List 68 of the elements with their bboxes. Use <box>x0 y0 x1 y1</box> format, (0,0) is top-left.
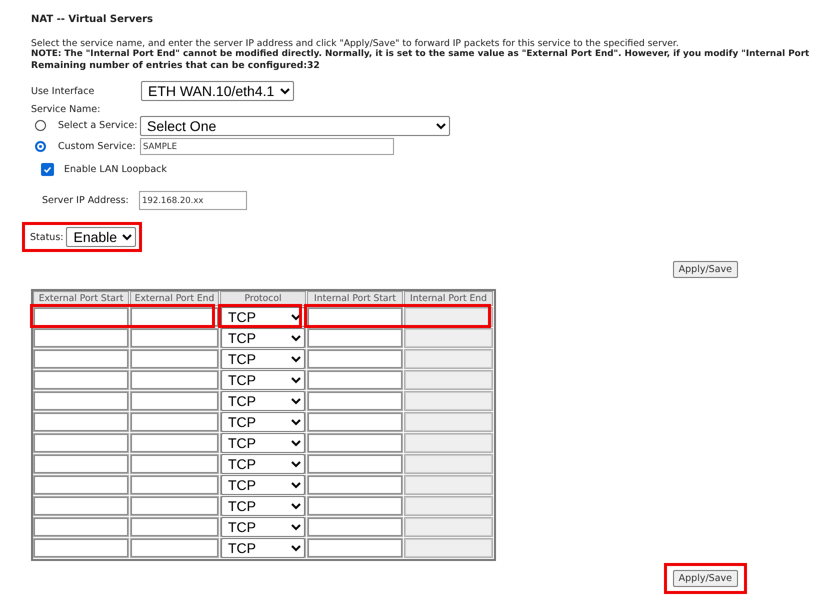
port-field[interactable] <box>308 476 402 494</box>
port-field[interactable] <box>131 392 218 410</box>
apply-save-button[interactable]: Apply/Save <box>672 261 738 278</box>
port-field[interactable] <box>308 539 402 557</box>
port-field[interactable] <box>308 308 402 326</box>
port-field[interactable] <box>308 371 402 389</box>
page-title: NAT -- Virtual Servers <box>31 14 154 27</box>
checkbox[interactable] <box>41 162 54 176</box>
radio-button[interactable] <box>35 141 46 152</box>
protocol-select[interactable]: TCP <box>221 454 305 474</box>
port-field[interactable] <box>308 434 402 452</box>
port-field[interactable] <box>34 539 128 557</box>
protocol-select[interactable]: TCP <box>221 412 305 432</box>
port-field[interactable] <box>131 329 218 347</box>
port-field[interactable] <box>34 455 128 473</box>
port-field[interactable] <box>34 497 128 515</box>
port-field[interactable] <box>34 350 128 368</box>
protocol-select[interactable]: TCP <box>221 475 305 495</box>
apply-save-button[interactable]: Apply/Save <box>672 570 738 587</box>
service-name-label: Service Name: <box>31 104 102 115</box>
protocol-select[interactable]: TCP <box>221 370 305 390</box>
protocol-select[interactable]: TCP <box>221 391 305 411</box>
intro-text: Select the service name, and enter the server IP address and click "Apply/Save" to forward IP packets for this service to the specified server. <box>31 38 680 49</box>
port-field[interactable] <box>34 434 128 452</box>
service-option-label: Select a Service: <box>58 120 138 131</box>
status-select[interactable]: Enable <box>66 227 136 247</box>
port-field[interactable] <box>34 413 128 431</box>
port-field[interactable] <box>131 434 218 452</box>
status-label: Status: <box>30 232 64 242</box>
port-field[interactable] <box>34 392 128 410</box>
custom-service-field[interactable]: SAMPLE <box>140 138 394 155</box>
port-field[interactable] <box>131 539 218 557</box>
remaining-entries-text: Remaining number of entries that can be configured:32 <box>31 60 321 71</box>
interface-label: Use Interface <box>31 86 96 96</box>
port-field[interactable] <box>131 476 218 494</box>
port-field[interactable] <box>131 350 218 368</box>
protocol-select[interactable]: TCP <box>221 328 305 348</box>
port-field[interactable] <box>34 476 128 494</box>
port-field[interactable] <box>308 350 402 368</box>
port-field[interactable] <box>308 329 402 347</box>
port-field[interactable] <box>34 329 128 347</box>
port-field[interactable] <box>34 518 128 536</box>
protocol-select[interactable]: TCP <box>221 538 305 558</box>
note-text: NOTE: The "Internal Port End" cannot be modified directly. Normally, it is set to the same value as "External Port End". However, if you modify "Internal Port <box>31 49 810 60</box>
port-field[interactable] <box>131 518 218 536</box>
service-option-label: Custom Service: <box>58 141 137 152</box>
port-field[interactable] <box>34 308 128 326</box>
lan-loopback-label: Enable LAN Loopback <box>64 164 167 174</box>
port-field[interactable] <box>308 455 402 473</box>
port-field[interactable] <box>131 455 218 473</box>
port-field[interactable] <box>131 308 218 326</box>
protocol-select[interactable]: TCP <box>221 517 305 537</box>
port-field[interactable] <box>131 413 218 431</box>
protocol-select[interactable]: TCP <box>221 496 305 516</box>
server-ip-label: Server IP Address: <box>42 195 130 206</box>
port-field[interactable] <box>308 518 402 536</box>
server-ip-field[interactable]: 192.168.20.xx <box>139 191 247 210</box>
protocol-select[interactable]: TCP <box>221 349 305 369</box>
port-field[interactable] <box>34 371 128 389</box>
port-field[interactable] <box>131 497 218 515</box>
interface-select[interactable]: ETH WAN.10/eth4.1 <box>141 81 294 101</box>
service-select[interactable]: Select One <box>140 116 450 136</box>
port-field[interactable] <box>131 371 218 389</box>
port-field[interactable] <box>308 413 402 431</box>
radio-button[interactable] <box>35 120 46 131</box>
port-field[interactable] <box>308 497 402 515</box>
protocol-select[interactable]: TCP <box>221 433 305 453</box>
port-field[interactable] <box>308 392 402 410</box>
